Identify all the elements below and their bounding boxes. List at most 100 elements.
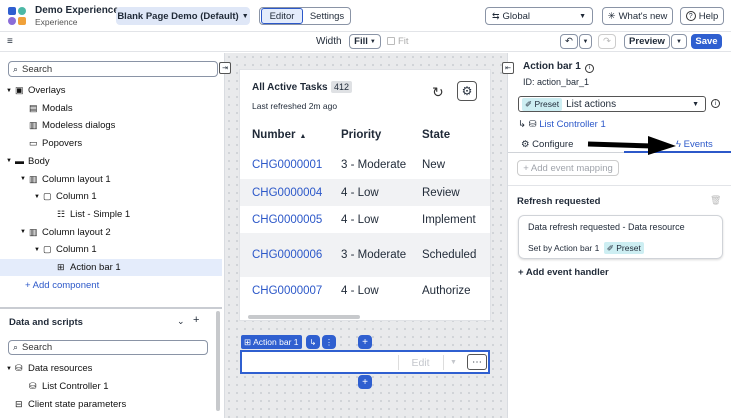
cell-number[interactable]: CHG0000001: [252, 159, 322, 171]
expand-toggle-icon[interactable]: ▼: [20, 229, 29, 235]
link-arrow-icon: ↳: [518, 119, 526, 130]
help-button[interactable]: ? Help: [680, 7, 724, 25]
tree-item[interactable]: ▼ ▥ Column layout 2: [0, 224, 222, 241]
wand-icon: ✐: [606, 243, 614, 253]
tree-item[interactable]: ▼ ⛁ Data resources: [0, 360, 222, 377]
add-above-button[interactable]: +: [358, 335, 372, 349]
tab-configure[interactable]: ⚙ Configure: [521, 139, 573, 150]
tab-editor-label: Editor: [269, 10, 295, 22]
save-button[interactable]: Save: [691, 34, 722, 49]
overflow-menu-button[interactable]: ⋯: [467, 354, 487, 370]
add-event-mapping-button[interactable]: + Add event mapping: [517, 160, 619, 176]
tree-item[interactable]: ⛁ List Controller 1: [0, 378, 222, 395]
event-handler-card[interactable]: Data refresh requested - Data resource S…: [518, 215, 723, 259]
col-header-state[interactable]: State: [422, 129, 450, 141]
undo-history-button[interactable]: ▼: [579, 34, 592, 49]
add-event-handler-link[interactable]: + Add event handler: [518, 267, 609, 278]
tab-settings[interactable]: Settings: [305, 11, 349, 22]
redo-button[interactable]: ↷: [598, 34, 616, 49]
preview-button[interactable]: Preview: [624, 34, 670, 49]
cell-number[interactable]: CHG0000005: [252, 214, 322, 226]
collapse-left-panel-icon[interactable]: ⇥: [219, 62, 231, 74]
width-select[interactable]: Fill ▼: [349, 34, 381, 49]
plus-icon: +: [362, 336, 368, 348]
chevron-down-icon: ▼: [582, 38, 589, 45]
tree-item[interactable]: ▼ ▣ Overlays: [0, 82, 222, 99]
fit-checkbox[interactable]: [387, 37, 395, 45]
cell-number[interactable]: CHG0000007: [252, 285, 322, 297]
collapse-chevron-icon[interactable]: ⌄: [177, 316, 185, 327]
scope-selector[interactable]: ⇆ Global ▼: [485, 7, 593, 25]
data-search-placeholder: Search: [22, 342, 53, 353]
expand-toggle-icon[interactable]: ▼: [6, 88, 15, 94]
scope-label: Global: [502, 10, 531, 22]
action-bar-component[interactable]: Edit ▼ ⋯: [240, 350, 490, 374]
col-header-priority[interactable]: Priority: [341, 129, 381, 141]
collapse-right-panel-icon[interactable]: ⇤: [502, 62, 514, 74]
undo-button[interactable]: ↶: [560, 34, 578, 49]
preset-select[interactable]: ✐ Preset List actions ▼: [518, 96, 706, 112]
cell-number[interactable]: CHG0000004: [252, 187, 322, 199]
expand-toggle-icon[interactable]: ▼: [20, 176, 29, 182]
table-row[interactable]: CHG0000006 3 - Moderate Scheduled: [240, 233, 490, 277]
col-header-number[interactable]: Number ▲: [252, 129, 306, 141]
scrollbar[interactable]: [216, 311, 220, 411]
tree-item[interactable]: ▥ Modeless dialogs: [0, 117, 222, 134]
add-event-mapping-label: + Add event mapping: [523, 162, 613, 174]
tree-item[interactable]: ▭ Popovers: [0, 135, 222, 152]
wand-icon: ✐: [525, 98, 533, 109]
expand-toggle-icon[interactable]: ▼: [6, 158, 15, 164]
tree-item[interactable]: ⊞ Action bar 1: [0, 259, 222, 276]
tab-events[interactable]: ϟ Events: [676, 139, 713, 150]
config-panel: ⇤ Action bar 1i ID: action_bar_1 ✐ Prese…: [502, 53, 731, 418]
tree-item[interactable]: ▼ ▥ Column layout 1: [0, 171, 222, 188]
trash-icon[interactable]: 🗑: [710, 195, 721, 206]
tree-item-label: Client state parameters: [28, 399, 127, 410]
component-title-text: Action bar 1: [523, 61, 581, 72]
cell-priority: 4 - Low: [341, 284, 379, 297]
horizontal-scrollbar[interactable]: [248, 315, 360, 319]
action-bar-tag[interactable]: ⊞ Action bar 1: [241, 335, 302, 349]
hamburger-menu-icon[interactable]: ≡: [7, 36, 13, 47]
add-component-link[interactable]: + Add component: [25, 280, 99, 291]
whats-new-button[interactable]: ✳ What's new: [602, 7, 673, 25]
cell-number[interactable]: CHG0000006: [252, 249, 322, 261]
preview-options-button[interactable]: ▼: [671, 34, 687, 49]
data-search-input[interactable]: ⌕ Search: [8, 340, 208, 355]
cell-state: Review: [422, 186, 460, 199]
add-below-button[interactable]: +: [358, 375, 372, 389]
tree-item[interactable]: ☷ List - Simple 1: [0, 206, 222, 223]
app-subtitle: Experience: [35, 17, 78, 27]
tree-item[interactable]: ▼ ▢ Column 1: [0, 188, 222, 205]
more-actions-button[interactable]: ⋮: [322, 335, 336, 349]
edit-button[interactable]: Edit: [398, 355, 442, 370]
add-data-button[interactable]: +: [193, 314, 199, 326]
preset-badge: ✐ Preset: [522, 97, 563, 111]
select-parent-button[interactable]: ↳: [306, 335, 320, 349]
column-icon: ▢: [43, 244, 52, 255]
table-row[interactable]: CHG0000004 4 - Low Review: [240, 179, 490, 206]
table-row[interactable]: CHG0000007 4 - Low Authorize: [240, 277, 490, 304]
tree-item[interactable]: ▤ Modals: [0, 100, 222, 117]
tree-search-input[interactable]: ⌕ Search: [8, 61, 218, 77]
page-selector[interactable]: Blank Page Demo (Default) ▼: [116, 7, 250, 25]
table-row[interactable]: CHG0000005 4 - Low Implement: [240, 206, 490, 233]
controller-link[interactable]: ↳ ⛁ List Controller 1: [518, 119, 606, 130]
list-icon: ☷: [57, 208, 66, 219]
table-row[interactable]: CHG0000001 3 - Moderate New: [240, 151, 490, 178]
whats-new-label: What's new: [618, 10, 668, 22]
edit-options-button[interactable]: ▼: [443, 355, 463, 370]
expand-toggle-icon[interactable]: ▼: [34, 194, 43, 200]
tree-item[interactable]: ⊟ Client state parameters: [0, 396, 222, 413]
preset-badge: ✐ Preset: [603, 242, 644, 254]
settings-gear-icon[interactable]: ⚙: [457, 81, 477, 101]
info-icon[interactable]: i: [711, 99, 720, 108]
refresh-icon[interactable]: ↻: [432, 84, 444, 101]
expand-toggle-icon[interactable]: ▼: [6, 366, 15, 372]
expand-toggle-icon[interactable]: ▼: [34, 247, 43, 253]
tab-editor[interactable]: Editor: [261, 8, 303, 24]
tree-item[interactable]: ▼ ▢ Column 1: [0, 241, 222, 258]
tree-item-label: Modeless dialogs: [42, 120, 116, 132]
page-selector-label: Blank Page Demo (Default): [117, 10, 239, 22]
tree-item[interactable]: ▼ ▬ Body: [0, 153, 222, 170]
